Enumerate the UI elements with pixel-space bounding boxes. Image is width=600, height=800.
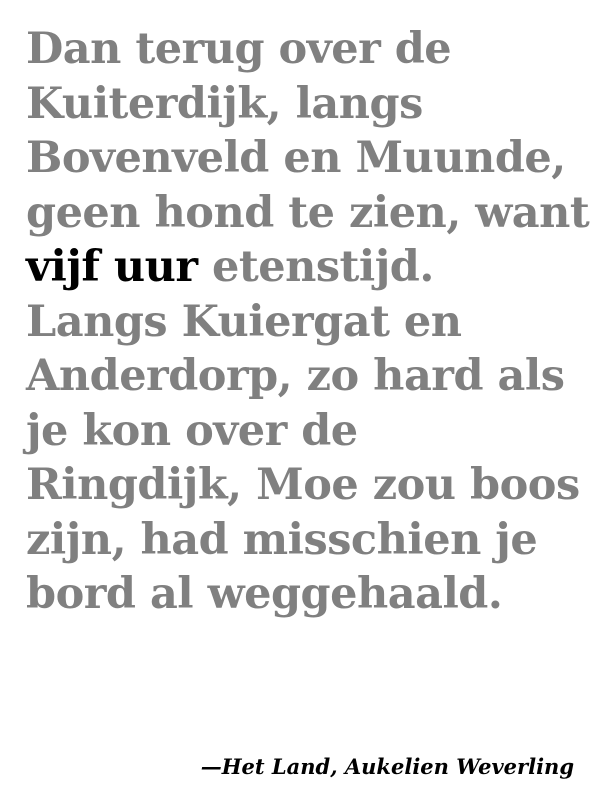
poem-emphasis: vijf uur xyxy=(26,242,198,292)
poem-line: geen hond te zien, want xyxy=(26,187,590,238)
poem-highlight-line: vijf uur etenstijd. xyxy=(26,240,586,295)
poem-line: Kuiterdijk, langs xyxy=(26,78,423,129)
poem-line: Bovenveld en Muunde, xyxy=(26,133,566,183)
poem-line: je kon over de xyxy=(26,405,358,456)
poem-text: Dan terug over de Kuiterdijk, langs Bove… xyxy=(26,22,590,622)
attribution: —Het Land, Aukelien Weverling xyxy=(200,754,574,779)
poem-highlight-rest: etenstijd. xyxy=(197,242,434,292)
poem-line: Ringdijk, Moe zou boos xyxy=(26,460,580,510)
poem-line: Anderdorp, zo hard als xyxy=(26,351,565,401)
poem-line: Langs Kuiergat en xyxy=(26,296,462,347)
poem-line: bord al weggehaald. xyxy=(26,569,503,619)
poem-line: Dan terug over de xyxy=(26,24,452,74)
poem-line: zijn, had misschien je xyxy=(26,514,538,565)
